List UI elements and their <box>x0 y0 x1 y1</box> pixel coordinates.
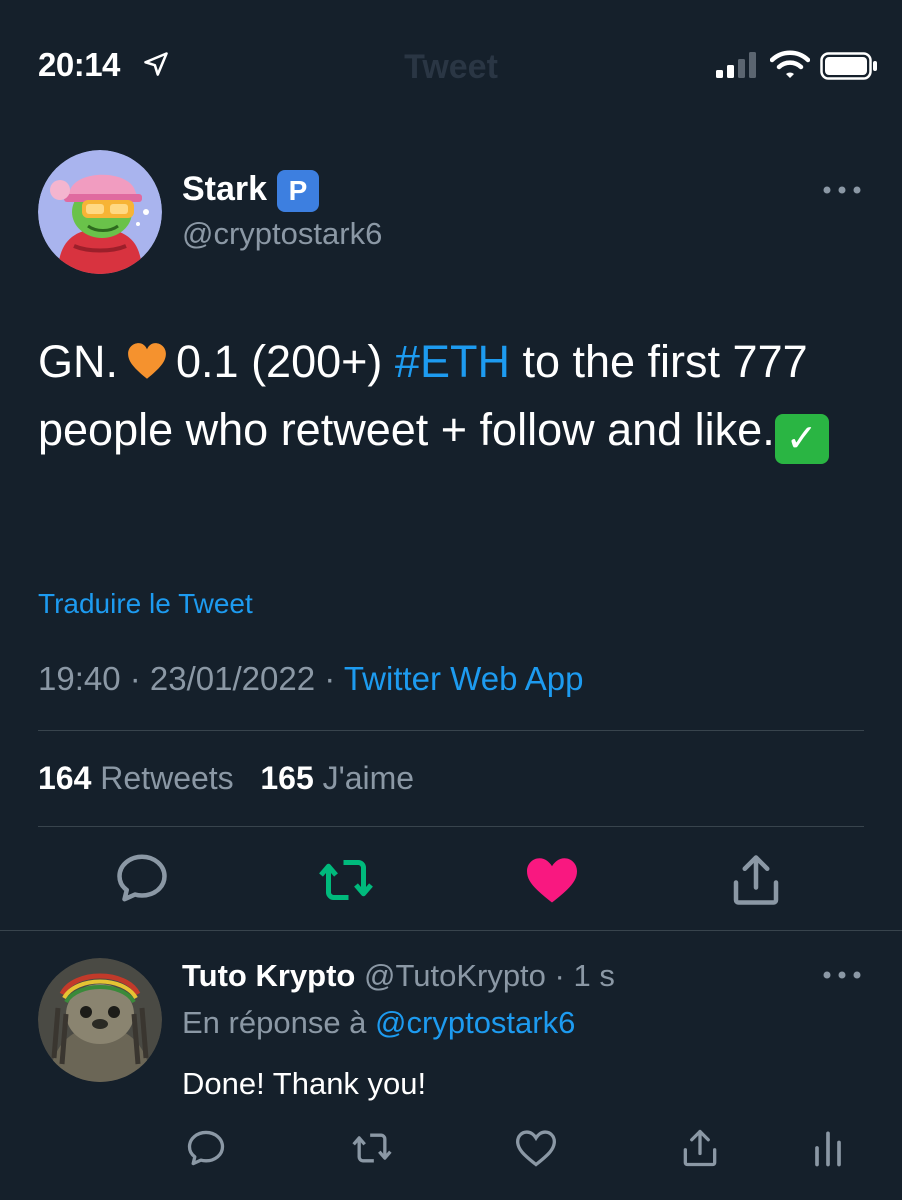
reply-retweet-button[interactable] <box>350 1126 394 1170</box>
author-display-name[interactable]: Stark <box>182 170 267 209</box>
reply-more-options-icon[interactable] <box>822 970 862 980</box>
divider <box>0 930 902 931</box>
tweet-source-link[interactable]: Twitter Web App <box>344 660 584 697</box>
reply-analytics-button[interactable] <box>806 1126 850 1170</box>
retweet-icon <box>352 1133 392 1163</box>
reply-age: 1 s <box>573 958 615 993</box>
share-icon <box>683 1129 717 1167</box>
share-button[interactable] <box>726 850 786 910</box>
retweet-button[interactable] <box>316 850 376 910</box>
reply-context: En réponse à @cryptostark6 <box>182 1005 575 1041</box>
reply-button[interactable] <box>112 848 172 908</box>
like-button[interactable] <box>522 850 582 910</box>
tweet-text-amount: 0.1 (200+) <box>176 336 383 387</box>
meta-separator: · <box>315 660 344 697</box>
tweet-stats: 164 Retweets 165 J'aime <box>38 760 414 797</box>
author-badge: P <box>277 170 319 212</box>
retweet-icon <box>319 860 373 900</box>
reply-text: Done! Thank you! <box>182 1066 427 1101</box>
likes-count: 165 <box>260 760 314 796</box>
divider <box>38 730 864 731</box>
reply-context-handle[interactable]: @cryptostark6 <box>375 1005 575 1040</box>
hashtag-link[interactable]: #ETH <box>395 336 510 387</box>
divider <box>38 826 864 827</box>
tweet-meta: 19:40 · 23/01/2022 · Twitter Web App <box>38 660 584 698</box>
reply-icon <box>187 1130 225 1166</box>
reply-author-name[interactable]: Tuto Krypto <box>182 958 355 993</box>
more-options-icon[interactable] <box>822 185 862 195</box>
translate-tweet-link[interactable]: Traduire le Tweet <box>38 588 253 620</box>
likes-stat[interactable]: 165 J'aime <box>260 760 414 796</box>
signal-icon <box>716 52 756 78</box>
reply-separator: · <box>545 958 574 993</box>
battery-icon <box>820 52 877 80</box>
retweets-label: Retweets <box>100 760 234 796</box>
status-bar: 20:14 Tweet <box>0 0 902 120</box>
check-mark-emoji-icon: ✓ <box>774 414 829 464</box>
author-handle[interactable]: @cryptostark6 <box>182 216 382 252</box>
reply-header: Tuto Krypto @TutoKrypto · 1 s <box>182 958 615 994</box>
tweet-text-greeting: GN. <box>38 336 119 387</box>
retweets-count: 164 <box>38 760 92 796</box>
reply-reply-button[interactable] <box>184 1126 228 1170</box>
reply-author-avatar[interactable] <box>38 958 162 1082</box>
reply-like-button[interactable] <box>514 1126 558 1170</box>
author-avatar[interactable] <box>38 150 162 274</box>
wifi-icon <box>770 50 810 78</box>
tweet-time: 19:40 <box>38 660 121 697</box>
meta-separator: · <box>120 660 150 697</box>
reply-author-handle[interactable]: @TutoKrypto <box>364 958 546 993</box>
share-icon <box>733 855 779 905</box>
reply-share-button[interactable] <box>678 1126 722 1170</box>
tweet-text: GN. 0.1 (200+) #ETH to the first 777 peop… <box>38 328 868 464</box>
like-icon <box>516 1130 556 1167</box>
orange-heart-emoji-icon <box>128 343 166 379</box>
tweet-date: 23/01/2022 <box>149 660 316 697</box>
reply-icon <box>117 854 167 902</box>
reply-context-prefix: En réponse à <box>182 1005 367 1040</box>
analytics-icon <box>815 1131 841 1167</box>
nav-title: Tweet <box>404 48 498 86</box>
likes-label: J'aime <box>322 760 415 796</box>
retweets-stat[interactable]: 164 Retweets <box>38 760 234 796</box>
like-icon <box>527 858 577 903</box>
